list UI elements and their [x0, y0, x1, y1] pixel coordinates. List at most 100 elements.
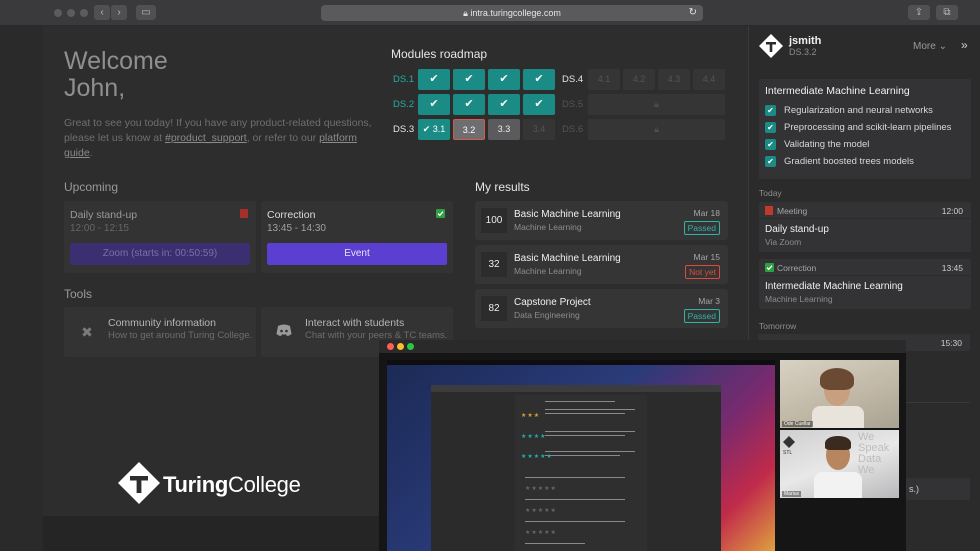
roadmap-cell-locked[interactable]: 4.1 — [588, 69, 620, 90]
result-card[interactable]: 100 Basic Machine Learning Machine Learn… — [475, 201, 728, 240]
event-card-header: Correction 13:45 — [759, 259, 971, 276]
event-button[interactable]: Event — [267, 243, 447, 265]
sidebar-toggle-button[interactable]: ▭ — [136, 5, 156, 20]
event-card-meeting[interactable]: Meeting 12:00 Daily stand-up Via Zoom — [759, 202, 971, 252]
event-kind: Correction — [777, 263, 817, 273]
bookmark-red-icon — [765, 206, 773, 215]
roadmap-cell-locked-module[interactable]: 🔒︎ — [588, 119, 725, 140]
roadmap-cell-locked-module[interactable]: 🔒︎ — [588, 94, 725, 115]
text-line — [525, 521, 625, 522]
today-label: Today — [759, 188, 782, 198]
roadmap-cell-done[interactable]: ✔ — [418, 69, 450, 90]
roadmap-cell-locked[interactable]: 4.2 — [623, 69, 655, 90]
participant-hair — [820, 368, 854, 390]
tabs-button[interactable]: ⧉ — [936, 5, 958, 20]
rating-stars: ★★★ — [521, 413, 541, 419]
share-button[interactable]: ⇪ — [908, 5, 930, 20]
upcoming-card-correction[interactable]: Correction 13:45 - 14:30 Event — [261, 201, 453, 273]
zoom-join-button[interactable]: Zoom (starts in: 00:50:59) — [70, 243, 250, 265]
video-minimize-dot[interactable] — [397, 343, 404, 350]
text-line — [545, 455, 620, 456]
upcoming-card-title: Correction — [267, 209, 316, 221]
roadmap-cell-done[interactable]: ✔ — [488, 69, 520, 90]
back-button[interactable]: ‹ — [94, 5, 110, 20]
roadmap-cell-done[interactable]: ✔ — [453, 94, 485, 115]
tomorrow-label: Tomorrow — [759, 321, 797, 331]
roadmap-cell-locked[interactable]: 4.3 — [658, 69, 690, 90]
reload-icon[interactable]: ↻ — [689, 5, 697, 21]
check-box-green-icon — [436, 209, 445, 218]
event-time: 12:00 — [941, 206, 963, 216]
divider — [906, 402, 970, 403]
participant-label: Ode Cuellar — [782, 421, 813, 427]
roadmap-cell-next[interactable]: 3.3 — [488, 119, 520, 140]
shared-browser-bar — [431, 385, 721, 392]
event-card-header: Meeting 12:00 — [759, 202, 971, 219]
close-window-dot[interactable] — [54, 9, 62, 17]
zoom-window-dot[interactable] — [80, 9, 88, 17]
participant-hair — [825, 436, 851, 450]
tool-card-title: Community information — [108, 317, 216, 329]
text-line — [545, 451, 635, 452]
address-bar[interactable]: 🔒︎ intra.turingcollege.com ↻ — [321, 5, 703, 21]
turing-college-watermark: TuringCollege — [118, 462, 318, 508]
share-icon: ⇪ — [914, 7, 924, 18]
checkbox-checked-icon[interactable]: ✔ — [765, 156, 776, 167]
browser-chrome: ‹ › ▭ 🔒︎ intra.turingcollege.com ↻ ⇪ ⧉ — [0, 0, 980, 26]
user-name[interactable]: jsmith — [789, 35, 821, 47]
roadmap-cell-done[interactable]: ✔ — [418, 94, 450, 115]
roadmap-cell-done[interactable]: ✔ 3.1 — [418, 119, 450, 140]
upcoming-card-standup[interactable]: Daily stand-up 12:00 - 12:15 Zoom (start… — [64, 201, 256, 273]
sprint-card[interactable]: Intermediate Machine Learning ✔ Regulariz… — [759, 79, 971, 179]
sidebar-partial-button[interactable]: s.) — [906, 478, 970, 500]
check-box-green-icon — [765, 263, 774, 272]
welcome-intro: Great to see you today! If you have any … — [64, 116, 374, 161]
welcome-line-2: John, — [64, 74, 126, 102]
minimize-window-dot[interactable] — [67, 9, 75, 17]
video-window-bar — [379, 340, 906, 353]
lock-icon: 🔒︎ — [654, 99, 659, 109]
video-close-dot[interactable] — [387, 343, 394, 350]
roadmap-cell-done[interactable]: ✔ — [453, 69, 485, 90]
roadmap-cell-locked[interactable]: 4.4 — [693, 69, 725, 90]
result-name: Capstone Project — [514, 297, 591, 308]
text-line — [545, 401, 615, 402]
result-score: 32 — [481, 252, 507, 277]
address-url: intra.turingcollege.com — [470, 8, 561, 18]
forward-button[interactable]: › — [111, 5, 127, 20]
checkbox-checked-icon[interactable]: ✔ — [765, 122, 776, 133]
text-line — [545, 431, 635, 432]
shared-screen: ★★★ ★★★★ ★★★★★ ★★★★★ ★★★★★ ★★★★★ — [387, 360, 775, 551]
roadmap-cell-done[interactable]: ✔ — [523, 69, 555, 90]
roadmap-cell-done[interactable]: ✔ — [488, 94, 520, 115]
rating-stars: ★★★★★ — [525, 508, 557, 514]
event-kind: Meeting — [777, 206, 808, 216]
roadmap-cell-done[interactable]: ✔ — [523, 94, 555, 115]
event-name: Intermediate Machine Learning — [765, 281, 903, 292]
checkbox-checked-icon[interactable]: ✔ — [765, 139, 776, 150]
more-dropdown[interactable]: More ⌄ — [913, 41, 947, 52]
upcoming-card-time: 13:45 - 14:30 — [267, 223, 326, 234]
roadmap-cell-current[interactable]: 3.2 — [453, 119, 485, 140]
roadmap-label-ds3: DS.3 — [393, 124, 415, 135]
checklist-label: Validating the model — [784, 139, 870, 150]
video-zoom-dot[interactable] — [407, 343, 414, 350]
participant-video-2: STL We Speak Data We Marius — [780, 430, 899, 498]
checkbox-checked-icon[interactable]: ✔ — [765, 105, 776, 116]
result-subject: Data Engineering — [514, 310, 580, 320]
participant-body — [812, 406, 864, 428]
event-name: Daily stand-up — [765, 224, 829, 235]
result-card[interactable]: 82 Capstone Project Data Engineering Mar… — [475, 289, 728, 328]
chevron-right-icon: › — [117, 7, 121, 18]
tool-card-title: Interact with students — [305, 317, 405, 329]
roadmap-cell-locked[interactable]: 3.4 — [523, 119, 555, 140]
collapse-sidebar-icon[interactable]: » — [961, 38, 968, 52]
result-card[interactable]: 32 Basic Machine Learning Machine Learni… — [475, 245, 728, 284]
event-card-correction[interactable]: Correction 13:45 Intermediate Machine Le… — [759, 259, 971, 309]
text-line — [525, 543, 585, 544]
participant-video-1: Ode Cuellar — [780, 360, 899, 428]
rating-stars: ★★★★ — [521, 434, 547, 440]
product-support-link[interactable]: #product_support — [165, 132, 247, 144]
participant-label: Marius — [782, 491, 802, 497]
tool-card-community[interactable]: ✖ Community information How to get aroun… — [64, 307, 256, 357]
